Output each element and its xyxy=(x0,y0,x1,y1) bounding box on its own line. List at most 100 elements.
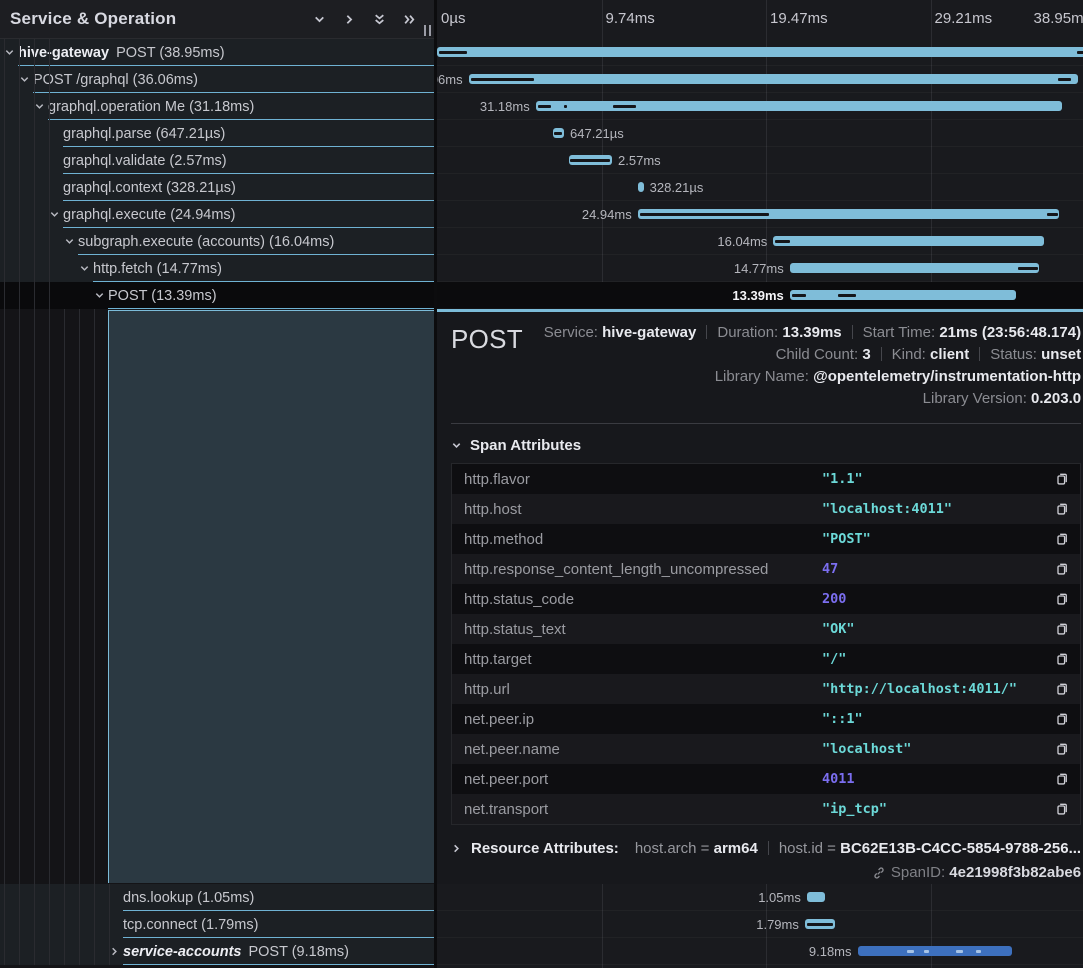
span-duration-bar[interactable] xyxy=(773,236,1044,246)
indent-guide xyxy=(79,884,80,965)
meta-value: unset xyxy=(1041,346,1081,363)
child-span-tick xyxy=(640,213,769,216)
copy-icon[interactable] xyxy=(1054,651,1071,668)
operation-label: POST (38.95ms) xyxy=(116,45,225,61)
span-duration-bar[interactable] xyxy=(807,892,825,902)
tree-row[interactable]: http.fetch (14.77ms) xyxy=(0,255,434,282)
span-bar-row[interactable]: 16.04ms xyxy=(437,228,1083,255)
span-bar-row[interactable]: 328.21µs xyxy=(437,174,1083,201)
indent-guide xyxy=(4,309,5,884)
tree-row[interactable]: subgraph.execute (accounts) (16.04ms) xyxy=(0,228,434,255)
span-duration-bar[interactable] xyxy=(437,47,1083,57)
meta-separator xyxy=(881,347,882,361)
span-bar-row[interactable]: 36.06ms xyxy=(437,66,1083,93)
tree-row[interactable]: graphql.context (328.21µs) xyxy=(0,174,434,201)
indent-guide xyxy=(19,39,20,309)
copy-icon[interactable] xyxy=(1054,621,1071,638)
bar-duration-label: 1.05ms xyxy=(758,884,801,911)
copy-icon[interactable] xyxy=(1054,711,1071,728)
span-duration-bar[interactable] xyxy=(858,946,1013,956)
span-bar-row[interactable]: 38.95ms xyxy=(437,39,1083,66)
span-title: POST xyxy=(451,322,523,355)
span-bar-row[interactable]: 2.57ms xyxy=(437,147,1083,174)
bar-duration-label: 13.39ms xyxy=(732,282,783,309)
span-bar-row[interactable]: 9.18ms xyxy=(437,938,1083,965)
child-span-tick xyxy=(907,950,914,953)
copy-icon[interactable] xyxy=(1054,501,1071,518)
span-id-value: 4e21998f3b82abe6 xyxy=(949,864,1081,881)
tree-row[interactable]: tcp.connect (1.79ms) xyxy=(0,911,434,938)
span-bar-row[interactable]: 24.94ms xyxy=(437,201,1083,228)
tree-row[interactable]: graphql.validate (2.57ms) xyxy=(0,147,434,174)
copy-icon[interactable] xyxy=(1054,591,1071,608)
span-duration-bar[interactable] xyxy=(790,263,1039,273)
resource-attributes-row[interactable]: Resource Attributes: host.arch = arm64ho… xyxy=(451,840,1081,857)
attribute-key: http.response_content_length_uncompresse… xyxy=(464,561,822,578)
double-chevron-down-icon[interactable] xyxy=(364,9,394,29)
tree-detail-gap xyxy=(0,309,434,884)
tree-row[interactable]: dns.lookup (1.05ms) xyxy=(0,884,434,911)
chevron-down-icon[interactable] xyxy=(304,9,334,29)
row-underline xyxy=(123,964,434,965)
meta-value: @opentelemetry/instrumentation-http xyxy=(813,368,1081,385)
meta-line: Library Name: @opentelemetry/instrumenta… xyxy=(544,366,1081,388)
child-span-tick xyxy=(807,923,833,926)
span-duration-bar[interactable] xyxy=(790,290,1016,300)
span-bar-row[interactable]: 13.39ms xyxy=(437,282,1083,309)
span-bar-row[interactable]: 1.79ms xyxy=(437,911,1083,938)
span-id-row: SpanID: 4e21998f3b82abe6 xyxy=(451,864,1081,881)
meta-label: Library Name: xyxy=(715,368,813,385)
copy-icon[interactable] xyxy=(1054,681,1071,698)
span-bar-row[interactable]: 31.18ms xyxy=(437,93,1083,120)
attribute-value: 200 xyxy=(822,591,846,607)
span-bar-row[interactable]: 1.05ms xyxy=(437,884,1083,911)
attribute-value: 4011 xyxy=(822,771,855,787)
child-span-tick xyxy=(471,78,534,81)
chevron-down-icon[interactable] xyxy=(63,236,75,248)
span-bar-row[interactable]: 647.21µs xyxy=(437,120,1083,147)
copy-icon[interactable] xyxy=(1054,471,1071,488)
link-icon[interactable] xyxy=(872,866,886,880)
tree-row[interactable]: hive-gatewayPOST (38.95ms) xyxy=(0,39,434,66)
child-span-tick xyxy=(554,132,562,135)
double-chevron-right-icon[interactable] xyxy=(394,9,424,29)
tree-rows-bottom: dns.lookup (1.05ms)tcp.connect (1.79ms)s… xyxy=(0,884,434,965)
chevron-right-icon[interactable] xyxy=(334,9,364,29)
attribute-value: 47 xyxy=(822,561,838,577)
copy-icon[interactable] xyxy=(1054,531,1071,548)
meta-value: client xyxy=(930,346,969,363)
chevron-down-icon[interactable] xyxy=(93,290,105,302)
tree-row[interactable]: graphql.parse (647.21µs) xyxy=(0,120,434,147)
tree-row[interactable]: POST /graphql (36.06ms) xyxy=(0,66,434,93)
copy-icon[interactable] xyxy=(1054,741,1071,758)
panel-resize-handle[interactable] xyxy=(424,25,431,36)
tree-row[interactable]: POST (13.39ms) xyxy=(0,282,434,309)
tree-row[interactable]: service-accountsPOST (9.18ms) xyxy=(0,938,434,965)
child-span-tick xyxy=(439,51,467,54)
attribute-key: http.method xyxy=(464,531,822,548)
copy-icon[interactable] xyxy=(1054,561,1071,578)
meta-value: hive-gateway xyxy=(602,324,696,341)
attribute-row: http.response_content_length_uncompresse… xyxy=(452,554,1080,584)
attribute-key: net.peer.ip xyxy=(464,711,822,728)
meta-value: 13.39ms xyxy=(782,324,841,341)
span-attributes-header[interactable]: Span Attributes xyxy=(451,437,1081,454)
tree-row[interactable]: graphql.operation Me (31.18ms) xyxy=(0,93,434,120)
child-span-tick xyxy=(1058,78,1072,81)
copy-icon[interactable] xyxy=(1054,801,1071,818)
copy-icon[interactable] xyxy=(1054,771,1071,788)
tree-row[interactable]: graphql.execute (24.94ms) xyxy=(0,201,434,228)
span-bar-row[interactable]: 14.77ms xyxy=(437,255,1083,282)
indent-guide xyxy=(34,39,35,309)
axis-tick: 29.21ms xyxy=(935,10,993,27)
span-duration-bar[interactable] xyxy=(469,74,1078,84)
axis-tick: 9.74ms xyxy=(606,10,655,27)
indent-guide xyxy=(19,884,20,965)
operation-label: graphql.operation Me (31.18ms) xyxy=(48,99,254,115)
chevron-down-icon[interactable] xyxy=(78,263,90,275)
child-span-tick xyxy=(956,950,963,953)
operation-label: POST (13.39ms) xyxy=(108,288,217,304)
span-duration-bar[interactable] xyxy=(638,182,644,192)
meta-value: 3 xyxy=(862,346,870,363)
indent-guide xyxy=(109,884,110,965)
